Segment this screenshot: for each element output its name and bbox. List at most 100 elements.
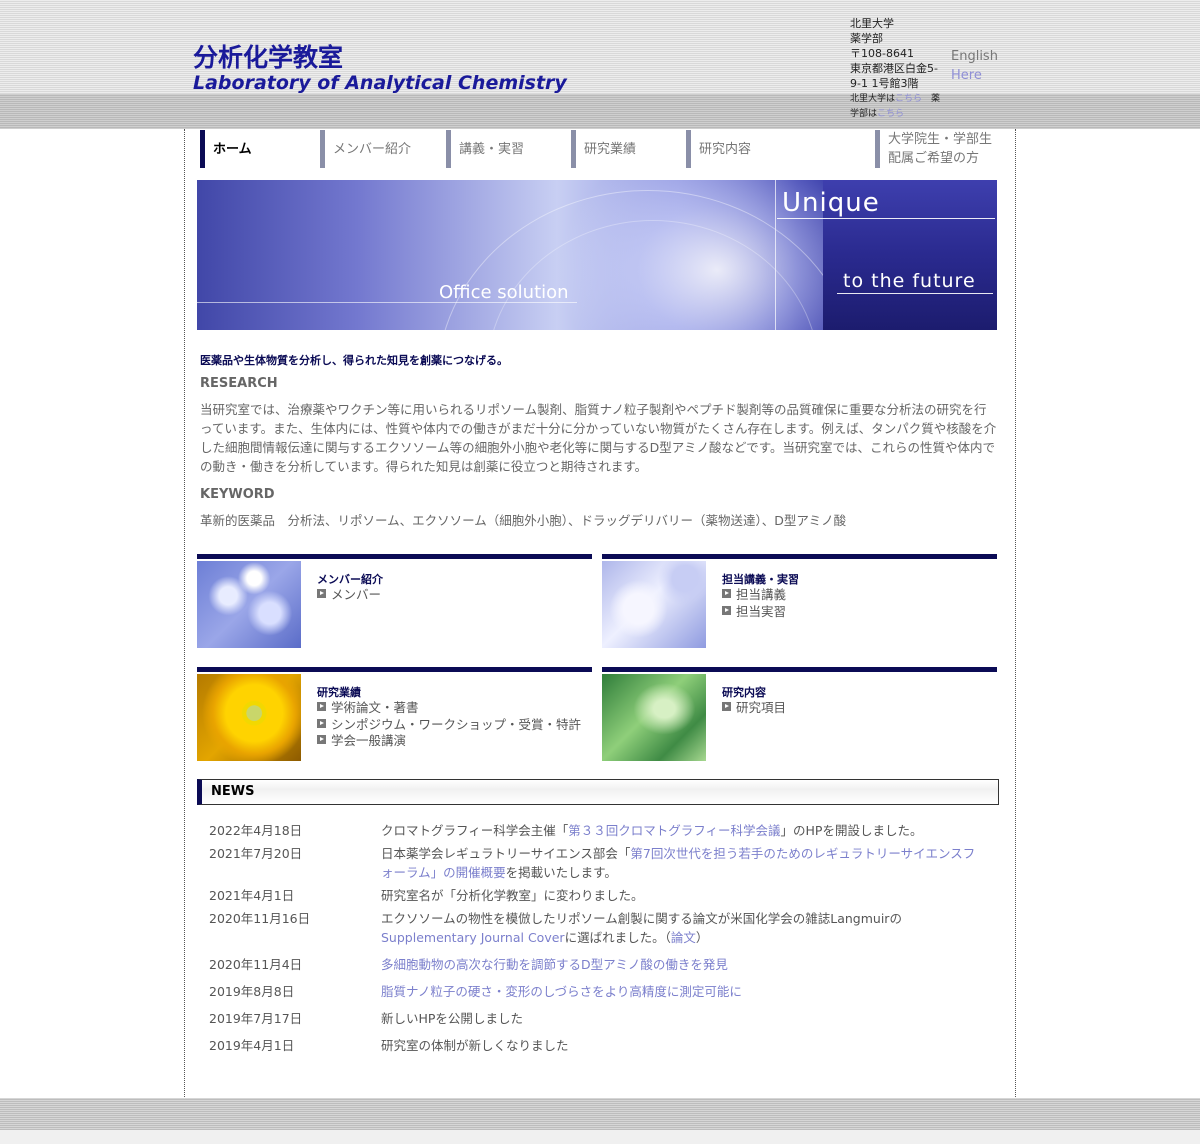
- news-row: 2019年7月17日 新しいHPを公開しました: [209, 1009, 989, 1028]
- english-link[interactable]: Here: [951, 68, 982, 83]
- banner-text-unique: Unique: [782, 188, 880, 218]
- card-link-label: 学術論文・著書: [331, 700, 419, 715]
- nav-item-label: メンバー紹介: [333, 142, 412, 157]
- university-link[interactable]: こちら: [895, 94, 922, 104]
- card-link-label: メンバー: [331, 587, 382, 602]
- address-line: 薬学部: [850, 32, 883, 45]
- news-text: 新しいHPを公開しました: [381, 1011, 523, 1026]
- news-date: 2019年4月1日: [209, 1038, 295, 1053]
- card-link-list: メンバー: [317, 587, 381, 604]
- news-text-post: に選ばれました。（: [564, 930, 671, 945]
- language-label: English: [951, 49, 998, 64]
- nav-item-prospective-students[interactable]: 大学院生・学部生 配属ご希望の方: [875, 130, 1000, 168]
- news-text: 脂質ナノ粒子の硬さ・変形のしづらさをより高精度に測定可能に: [381, 982, 981, 1001]
- news-heading-bar: NEWS: [197, 779, 999, 805]
- address-line: 9-1 1号館3階: [850, 77, 919, 90]
- nav-item-research[interactable]: 研究内容: [686, 130, 874, 168]
- nav-item-label-line1: 大学院生・学部生: [888, 132, 993, 147]
- research-heading: RESEARCH: [200, 376, 278, 391]
- news-link[interactable]: 第３３回クロマトグラフィー科学会議: [568, 823, 780, 838]
- faculty-link-line: 学部はこちら: [850, 106, 946, 122]
- banner-line: [777, 218, 995, 219]
- card-link[interactable]: 担当講義: [722, 587, 786, 604]
- arrow-bullet-icon: [722, 605, 731, 615]
- nav-item-label: 研究内容: [699, 142, 752, 157]
- main-nav: ホーム メンバー紹介 講義・実習 研究業績 研究内容 大学院生・学部生 配属ご希…: [200, 130, 1000, 170]
- card-achievements: 研究業績 学術論文・著書 シンポジウム・ワークショップ・受賞・特許 学会一般講演: [197, 667, 592, 766]
- card-thumbnail[interactable]: [602, 561, 706, 648]
- banner-text-future: to the future: [843, 270, 976, 292]
- card-link[interactable]: シンポジウム・ワークショップ・受賞・特許: [317, 717, 581, 734]
- site-title: 分析化学教室: [193, 43, 344, 72]
- news-text-post: ）: [695, 930, 709, 945]
- news-date: 2020年11月16日: [209, 911, 311, 926]
- banner-line: [775, 180, 776, 330]
- news-row: 2019年8月8日 脂質ナノ粒子の硬さ・変形のしづらさをより高精度に測定可能に: [209, 982, 989, 1001]
- news-link[interactable]: 多細胞動物の高次な行動を調節するD型アミノ酸の働きを発見: [381, 957, 728, 972]
- nav-item-label: 研究業績: [584, 142, 637, 157]
- card-link[interactable]: 研究項目: [722, 700, 786, 717]
- card-title[interactable]: 担当講義・実習: [722, 571, 799, 587]
- arrow-bullet-icon: [722, 702, 731, 711]
- card-link-list: 学術論文・著書 シンポジウム・ワークショップ・受賞・特許 学会一般講演: [317, 700, 581, 750]
- card-link-list: 研究項目: [722, 700, 786, 717]
- card-link-label: シンポジウム・ワークショップ・受賞・特許: [331, 716, 582, 732]
- news-text: 研究室名が「分析化学教室」に変わりました。: [381, 888, 644, 903]
- university-link-line: 北里大学はこちら 薬: [850, 91, 946, 107]
- news-date: 2021年7月20日: [209, 846, 303, 861]
- tagline: 医薬品や生体物質を分析し、得られた知見を創薬につなげる。: [200, 354, 508, 367]
- address-block: 北里大学 薬学部 〒108-8641 東京都港区白金5- 9-1 1号館3階 北…: [850, 16, 946, 122]
- card-link[interactable]: 担当実習: [722, 604, 786, 621]
- news-heading: NEWS: [211, 784, 255, 799]
- card-thumbnail[interactable]: [197, 674, 301, 761]
- news-text-pre: エクソソームの物性を模倣したリポソーム創製に関する論文が米国化学会の雑誌Lang…: [381, 911, 902, 926]
- news-link[interactable]: 脂質ナノ粒子の硬さ・変形のしづらさをより高精度に測定可能に: [381, 984, 742, 999]
- hero-banner: Unique to the future Office solution: [197, 180, 997, 330]
- address-line: 北里大学: [850, 17, 894, 30]
- site-footer: [0, 1098, 1200, 1144]
- keyword-text: 革新的医薬品 分析法、リポソーム、エクソソーム（細胞外小胞）、ドラッグデリバリー…: [200, 513, 847, 528]
- nav-item-achievements[interactable]: 研究業績: [571, 130, 685, 168]
- nav-item-lectures[interactable]: 講義・実習: [446, 130, 570, 168]
- research-text: 当研究室では、治療薬やワクチン等に用いられるリポソーム製剤、脂質ナノ粒子製剤やペ…: [200, 402, 997, 474]
- news-row: 2020年11月16日 エクソソームの物性を模倣したリポソーム創製に関する論文が…: [209, 909, 989, 947]
- faculty-link-prefix-a: 薬: [931, 94, 941, 104]
- card-link[interactable]: 学会一般講演: [317, 733, 581, 750]
- arrow-bullet-icon: [317, 589, 326, 598]
- nav-item-label: ホーム: [213, 142, 252, 157]
- card-thumbnail[interactable]: [197, 561, 301, 648]
- university-link-prefix: 北里大学は: [850, 94, 896, 104]
- card-title[interactable]: 研究業績: [317, 684, 361, 700]
- news-text-pre: クロマトグラフィー科学会主催「: [381, 823, 569, 838]
- card-title[interactable]: 研究内容: [722, 684, 766, 700]
- language-switch: English Here: [951, 47, 998, 85]
- card-link-label: 担当実習: [736, 603, 787, 619]
- address-line: 東京都港区白金5-: [850, 62, 938, 75]
- card-link[interactable]: 学術論文・著書: [317, 700, 581, 717]
- paper-link[interactable]: 論文: [671, 930, 696, 945]
- site-header: 分析化学教室 Laboratory of Analytical Chemistr…: [0, 0, 1200, 129]
- nav-item-home[interactable]: ホーム: [200, 130, 318, 168]
- card-link[interactable]: メンバー: [317, 587, 381, 604]
- card-thumbnail[interactable]: [602, 674, 706, 761]
- card-title[interactable]: メンバー紹介: [317, 571, 383, 587]
- footer-bottom-strip: [0, 1130, 1200, 1144]
- card-research: 研究内容 研究項目: [602, 667, 997, 766]
- news-text: エクソソームの物性を模倣したリポソーム創製に関する論文が米国化学会の雑誌Lang…: [381, 909, 981, 947]
- faculty-link[interactable]: こちら: [877, 109, 904, 119]
- news-text-post: を掲載いたします。: [505, 865, 617, 880]
- news-text: 日本薬学会レギュラトリーサイエンス部会「第7回次世代を担う若手のためのレギュラト…: [381, 844, 981, 882]
- nav-item-label-line2: 配属ご希望の方: [888, 151, 980, 166]
- address-line: 〒108-8641: [850, 47, 914, 60]
- news-link[interactable]: Supplementary Journal Cover: [381, 930, 565, 945]
- news-date: 2022年4月18日: [209, 823, 303, 838]
- keyword-heading: KEYWORD: [200, 487, 275, 502]
- card-members: メンバー紹介 メンバー: [197, 554, 592, 653]
- site-subtitle: Laboratory of Analytical Chemistry: [193, 72, 567, 94]
- news-text: 多細胞動物の高次な行動を調節するD型アミノ酸の働きを発見: [381, 955, 981, 974]
- news-date: 2019年7月17日: [209, 1011, 303, 1026]
- nav-item-members[interactable]: メンバー紹介: [320, 130, 444, 168]
- header-band: [0, 94, 1200, 129]
- news-row: 2021年4月1日 研究室名が「分析化学教室」に変わりました。: [209, 886, 989, 905]
- card-link-label: 学会一般講演: [331, 733, 407, 748]
